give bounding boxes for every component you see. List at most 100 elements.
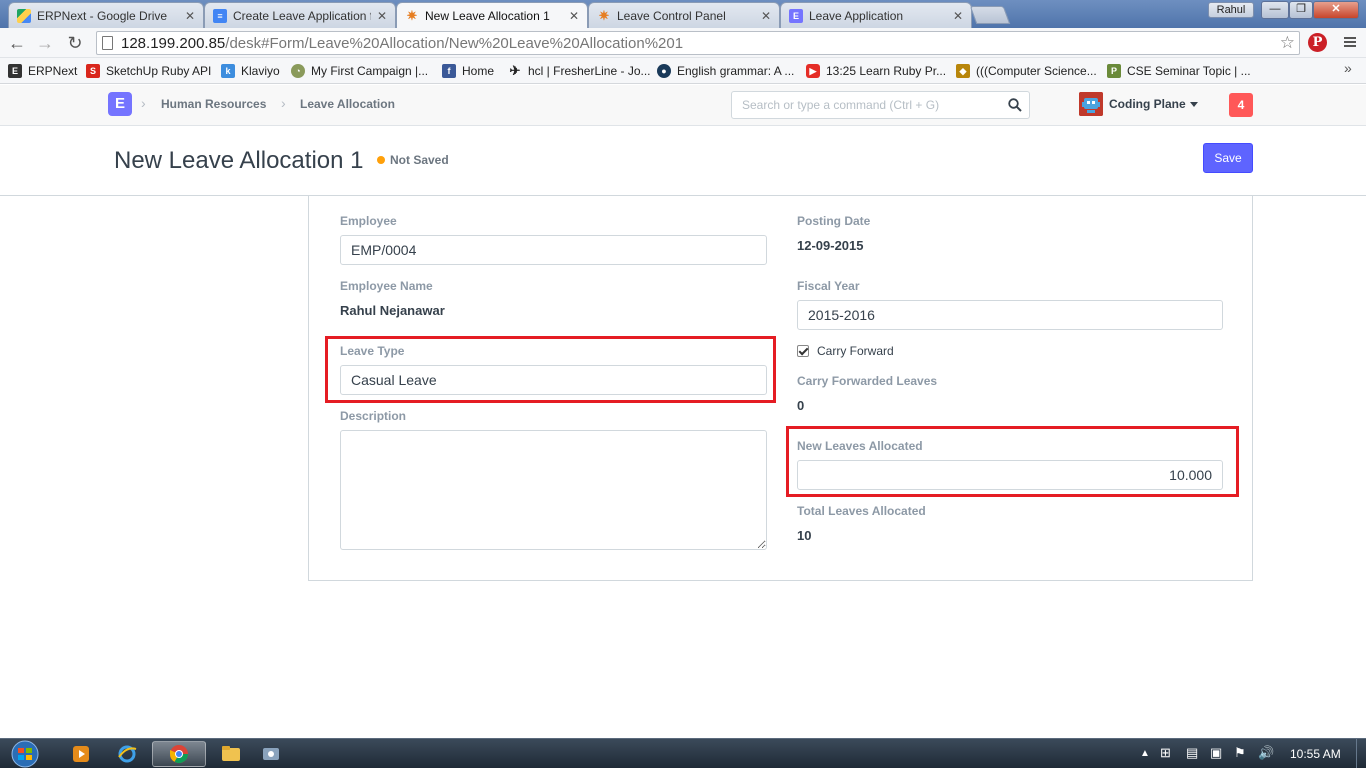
bookmark-label: My First Campaign |... — [311, 64, 429, 78]
bookmark-english-grammar[interactable]: ● English grammar: A ... — [657, 62, 794, 80]
url-text[interactable]: 128.199.200.85/desk#Form/Leave%20Allocat… — [121, 35, 683, 52]
bookmark-computer-science[interactable]: ◆ (((Computer Science... — [956, 62, 1097, 80]
user-menu-label[interactable]: Coding Plane — [1109, 97, 1186, 111]
maximize-button[interactable]: ❐ — [1289, 1, 1313, 19]
close-icon[interactable]: ✕ — [761, 9, 771, 23]
robot-avatar-icon — [1079, 92, 1103, 116]
bookmark-campaign[interactable]: ◔ My First Campaign |... — [291, 62, 428, 80]
browser-tab-strip: ERPNext - Google Drive ✕ ≡ Create Leave … — [0, 0, 1366, 29]
bookmark-cse-seminar[interactable]: P CSE Seminar Topic | ... — [1107, 62, 1251, 80]
address-bar[interactable]: 128.199.200.85/desk#Form/Leave%20Allocat… — [96, 31, 1300, 55]
facebook-icon: f — [442, 64, 456, 78]
app-icon — [263, 748, 279, 760]
carry-forward-label[interactable]: Carry Forward — [817, 344, 894, 358]
windows-flag-tray-icon[interactable]: ⊞ — [1160, 745, 1171, 761]
google-drive-icon — [17, 8, 31, 23]
save-button[interactable]: Save — [1203, 143, 1253, 173]
windows-taskbar: ▲ ⊞ ▤ ▣ ⚑ 🔊 10:55 AM — [0, 738, 1366, 768]
bookmarks-overflow-icon[interactable]: » — [1344, 60, 1352, 76]
carry-forward-checkbox[interactable] — [797, 345, 809, 357]
page-title: New Leave Allocation 1 — [114, 147, 364, 174]
bookmark-label: 13:25 Learn Ruby Pr... — [826, 64, 947, 78]
tab-leave-control-panel[interactable]: ✷ Leave Control Panel ✕ — [588, 2, 780, 28]
pinterest-icon[interactable]: P — [1308, 33, 1327, 52]
tab-leave-application[interactable]: E Leave Application ✕ — [780, 2, 972, 28]
forward-arrow-icon[interactable]: → — [34, 32, 56, 54]
taskbar-chrome[interactable] — [152, 741, 206, 767]
grammar-icon: ● — [657, 64, 671, 78]
taskbar-internet-explorer[interactable] — [100, 741, 154, 767]
close-icon[interactable]: ✕ — [953, 9, 963, 23]
bookmark-star-icon[interactable]: ☆ — [1280, 33, 1295, 53]
new-tab-button[interactable] — [969, 6, 1011, 24]
breadcrumb-leave-allocation[interactable]: Leave Allocation — [300, 97, 395, 111]
device-tray-icon[interactable]: ▣ — [1210, 745, 1222, 761]
tab-label: New Leave Allocation 1 — [425, 9, 550, 23]
reload-icon[interactable]: ↻ — [64, 32, 86, 54]
app-navbar: E › Human Resources › Leave Allocation C… — [0, 85, 1366, 126]
browser-toolbar: ← → ↻ 128.199.200.85/desk#Form/Leave%20A… — [0, 28, 1366, 58]
awesome-bar[interactable] — [731, 91, 1030, 119]
avatar[interactable] — [1079, 92, 1103, 116]
employee-field[interactable]: EMP/0004 — [340, 235, 767, 265]
campaign-icon: ◔ — [291, 64, 305, 78]
bookmark-sketchup[interactable]: S SketchUp Ruby API — [86, 62, 211, 80]
docs-icon: ≡ — [213, 8, 227, 23]
bookmark-label: hcl | FresherLine - Jo... — [528, 64, 651, 78]
folder-icon — [222, 746, 240, 761]
total-leaves-allocated-label: Total Leaves Allocated — [797, 504, 926, 518]
tab-label: ERPNext - Google Drive — [37, 8, 168, 23]
show-desktop-button[interactable] — [1356, 739, 1366, 768]
cs-icon: ◆ — [956, 64, 970, 78]
browser-user-badge[interactable]: Rahul — [1208, 2, 1254, 18]
search-input[interactable] — [742, 98, 1002, 112]
back-arrow-icon[interactable]: ← — [6, 32, 28, 54]
minimize-button[interactable]: — — [1261, 1, 1289, 19]
employee-name-label: Employee Name — [340, 279, 433, 293]
carry-forwarded-leaves-label: Carry Forwarded Leaves — [797, 374, 938, 388]
network-tray-icon[interactable]: ▤ — [1186, 745, 1198, 761]
action-center-tray-icon[interactable]: ⚑ — [1234, 745, 1246, 761]
breadcrumb-human-resources[interactable]: Human Resources — [161, 97, 266, 111]
tab-new-leave-allocation[interactable]: ✷ New Leave Allocation 1 ✕ — [396, 2, 588, 29]
fresherline-icon: ✈ — [509, 63, 521, 78]
taskbar-app[interactable] — [244, 741, 298, 767]
volume-icon[interactable]: 🔊 — [1258, 745, 1274, 761]
chevron-right-icon: › — [281, 95, 286, 111]
tab-google-drive[interactable]: ERPNext - Google Drive ✕ — [8, 2, 204, 28]
bookmark-youtube[interactable]: ▶ 13:25 Learn Ruby Pr... — [806, 62, 946, 80]
bookmark-home[interactable]: f Home — [442, 62, 494, 80]
search-icon[interactable] — [1008, 98, 1022, 112]
chevron-right-icon: › — [141, 95, 146, 111]
erpnext-icon: ✷ — [598, 7, 610, 23]
bookmarks-bar: E ERPNext S SketchUp Ruby API k Klaviyo … — [0, 58, 1366, 84]
notification-badge[interactable]: 4 — [1229, 93, 1253, 117]
tab-create-leave-application[interactable]: ≡ Create Leave Application f ✕ — [204, 2, 396, 28]
fiscal-year-label: Fiscal Year — [797, 279, 860, 293]
close-icon[interactable]: ✕ — [569, 9, 579, 23]
chrome-menu-icon[interactable] — [1342, 35, 1358, 51]
url-path: /desk#Form/Leave%20Allocation/New%20Leav… — [225, 35, 684, 52]
page-icon — [102, 36, 113, 50]
bookmark-fresherline[interactable]: ✈ hcl | FresherLine - Jo... — [508, 62, 651, 80]
bookmark-label: ERPNext — [28, 64, 78, 78]
erpnext-icon: ✷ — [406, 8, 418, 23]
windows-start-icon[interactable] — [6, 740, 44, 768]
url-host: 128.199.200.85 — [121, 35, 226, 52]
tray-up-arrow-icon[interactable]: ▲ — [1140, 748, 1150, 759]
fiscal-year-field[interactable]: 2015-2016 — [797, 300, 1223, 330]
erpnext-logo[interactable]: E — [108, 92, 132, 116]
employee-label: Employee — [340, 214, 397, 228]
clock[interactable]: 10:55 AM — [1290, 747, 1341, 761]
erpnext-e-icon: E — [789, 8, 803, 23]
close-icon[interactable]: ✕ — [377, 9, 387, 23]
bookmark-klaviyo[interactable]: k Klaviyo — [221, 62, 280, 80]
tab-label: Leave Application — [809, 8, 904, 23]
description-field[interactable] — [340, 430, 767, 550]
close-icon[interactable]: ✕ — [185, 9, 195, 23]
chrome-icon — [170, 745, 188, 764]
caret-down-icon[interactable] — [1190, 102, 1198, 107]
window-close-button[interactable]: ✕ — [1313, 1, 1359, 19]
employee-name-value: Rahul Nejanawar — [340, 303, 445, 318]
bookmark-erpnext[interactable]: E ERPNext — [8, 62, 77, 80]
